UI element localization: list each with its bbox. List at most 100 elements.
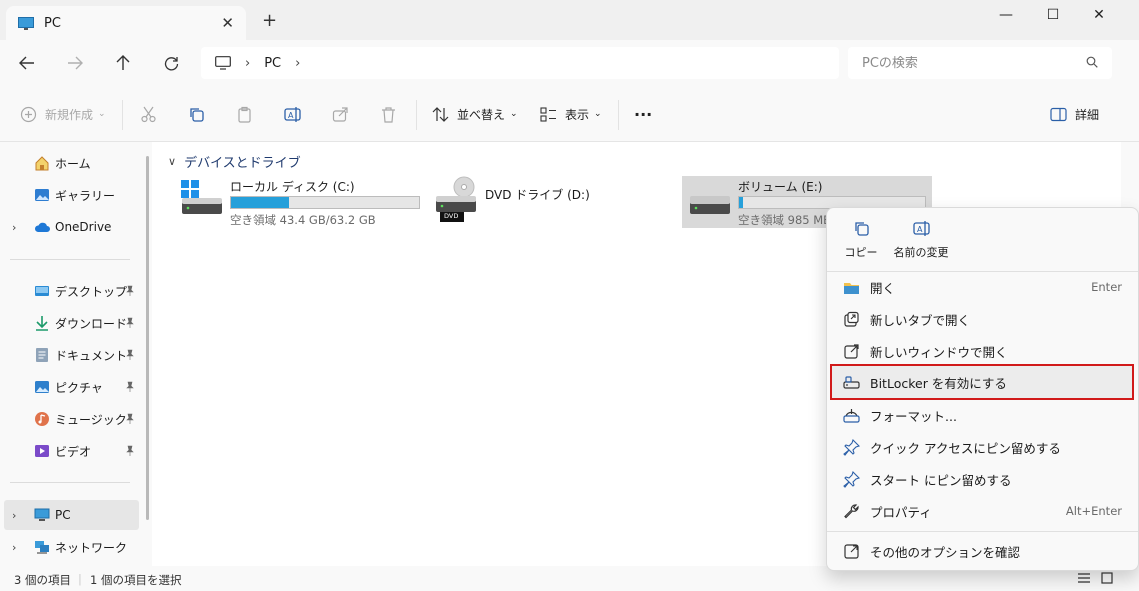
context-menu: コピー A 名前の変更 開く Enter 新しいタブで開く 新しいウィンドウで開…	[826, 207, 1139, 571]
context-divider	[827, 531, 1138, 532]
context-rename-button[interactable]: A 名前の変更	[894, 220, 949, 264]
sidebar-item-pc[interactable]: › PC	[4, 500, 139, 530]
folder-open-icon	[844, 282, 859, 294]
dvd-badge: DVD	[444, 212, 459, 220]
rename-icon: A	[912, 221, 930, 236]
search-input[interactable]	[862, 55, 1072, 71]
details-button[interactable]: 詳細	[1050, 100, 1099, 128]
sidebar-item-desktop[interactable]: デスクトップ	[0, 276, 140, 306]
search-box[interactable]	[848, 47, 1112, 79]
toolbar-divider	[122, 100, 123, 130]
monitor-icon	[215, 56, 231, 70]
new-button[interactable]: 新規作成 ⌄	[20, 100, 106, 128]
context-item-label: BitLocker を有効にする	[870, 375, 1007, 391]
sidebar-item-network[interactable]: › ネットワーク	[0, 532, 140, 562]
sidebar-item-home[interactable]: ホーム	[0, 148, 140, 178]
paste-button[interactable]	[236, 100, 253, 128]
group-header[interactable]: ∨ デバイスとドライブ	[168, 152, 301, 171]
more-options-icon	[844, 543, 859, 559]
sidebar-item-label: ネットワーク	[55, 540, 128, 555]
title-bar: PC ✕ + — ☐ ✕	[0, 0, 1139, 40]
pin-icon[interactable]	[124, 349, 136, 361]
details-view-icon[interactable]	[1077, 572, 1091, 584]
selection-count: 1 個の項目を選択	[90, 573, 182, 587]
documents-icon	[36, 348, 48, 362]
view-toggle-group	[1077, 572, 1113, 584]
breadcrumb[interactable]: › PC ›	[201, 47, 839, 79]
context-item-open[interactable]: 開く Enter	[831, 272, 1134, 302]
rename-button[interactable]: A	[284, 100, 301, 128]
more-options-button[interactable]: ···	[634, 100, 652, 128]
maximize-button[interactable]: ☐	[1030, 4, 1076, 26]
pin-icon[interactable]	[124, 413, 136, 425]
context-item-format[interactable]: フォーマット...	[831, 400, 1134, 430]
sort-button[interactable]: 並べ替え ⌄	[432, 100, 518, 128]
navigation-pane: ホーム ギャラリー › OneDrive デスクトップ ダウンロード ドキュメン…	[0, 142, 152, 566]
copy-icon	[854, 222, 869, 236]
drive-usage-bar	[230, 196, 420, 209]
new-label: 新規作成	[45, 107, 94, 122]
sidebar-item-downloads[interactable]: ダウンロード	[0, 308, 140, 338]
close-button[interactable]: ✕	[1076, 4, 1122, 26]
context-item-label: プロパティ	[870, 504, 932, 520]
share-button[interactable]	[332, 100, 349, 128]
drive-free-space: 空き領域 985 MB	[738, 213, 832, 227]
up-button[interactable]	[109, 50, 137, 76]
cut-button[interactable]	[140, 100, 157, 128]
view-button[interactable]: 表示 ⌄	[540, 100, 602, 128]
sidebar-item-label: ビデオ	[55, 444, 92, 459]
minimize-button[interactable]: —	[983, 4, 1029, 26]
back-button[interactable]	[13, 50, 41, 76]
tab-title: PC	[44, 15, 61, 31]
search-icon	[1086, 56, 1098, 68]
refresh-icon	[164, 56, 178, 70]
sidebar-item-music[interactable]: ミュージック	[0, 404, 140, 434]
delete-button[interactable]	[380, 100, 397, 128]
context-item-label: フォーマット...	[870, 408, 957, 424]
pin-icon[interactable]	[124, 445, 136, 457]
sidebar-item-label: OneDrive	[55, 220, 112, 234]
sidebar-item-pictures[interactable]: ピクチャ	[0, 372, 140, 402]
chevron-right-icon[interactable]: ›	[295, 56, 300, 71]
sidebar-item-gallery[interactable]: ギャラリー	[0, 180, 140, 210]
forward-button[interactable]	[61, 50, 89, 76]
breadcrumb-item-pc[interactable]: PC	[264, 56, 281, 71]
copy-button[interactable]	[188, 100, 205, 128]
tab-close-icon[interactable]: ✕	[221, 14, 234, 32]
context-item-properties[interactable]: プロパティ Alt+Enter	[831, 496, 1134, 526]
sidebar-item-label: ギャラリー	[55, 188, 116, 203]
refresh-button[interactable]	[157, 50, 185, 76]
sidebar-divider	[10, 482, 130, 483]
sidebar-scrollbar[interactable]	[146, 156, 149, 520]
pin-icon[interactable]	[124, 317, 136, 329]
pin-icon[interactable]	[124, 285, 136, 297]
chevron-down-icon: ⌄	[510, 109, 518, 119]
sidebar-item-videos[interactable]: ビデオ	[0, 436, 140, 466]
pin-icon[interactable]	[124, 381, 136, 393]
address-bar: › PC ›	[0, 40, 1139, 86]
context-item-open-new-tab[interactable]: 新しいタブで開く	[831, 304, 1134, 334]
tiles-view-icon[interactable]	[1101, 572, 1113, 584]
drive-d[interactable]: DVD DVD ドライブ (D:)	[430, 176, 630, 228]
scissors-icon	[141, 106, 156, 122]
chevron-right-icon[interactable]: ›	[12, 221, 16, 234]
context-item-open-new-window[interactable]: 新しいウィンドウで開く	[831, 336, 1134, 366]
context-copy-button[interactable]: コピー	[841, 220, 881, 264]
new-tab-button[interactable]: +	[262, 10, 277, 31]
format-icon	[843, 408, 860, 423]
context-item-pin-quick-access[interactable]: クイック アクセスにピン留めする	[831, 432, 1134, 462]
chevron-right-icon[interactable]: ›	[12, 541, 16, 554]
drive-name: DVD ドライブ (D:)	[485, 188, 590, 202]
tab-pc[interactable]: PC ✕	[6, 6, 246, 40]
sidebar-item-documents[interactable]: ドキュメント	[0, 340, 140, 370]
chevron-right-icon[interactable]: ›	[12, 509, 16, 522]
drive-c[interactable]: ローカル ディスク (C:) 空き領域 43.4 GB/63.2 GB	[176, 176, 422, 228]
context-item-bitlocker[interactable]: BitLocker を有効にする	[830, 364, 1134, 400]
forward-arrow-icon	[68, 56, 83, 70]
pin-icon	[843, 438, 860, 456]
context-item-more-options[interactable]: その他のオプションを確認	[831, 536, 1134, 566]
sidebar-item-onedrive[interactable]: › OneDrive	[0, 212, 140, 242]
up-arrow-icon	[116, 55, 130, 70]
context-item-pin-start[interactable]: スタート にピン留めする	[831, 464, 1134, 494]
bitlocker-icon	[843, 375, 860, 389]
